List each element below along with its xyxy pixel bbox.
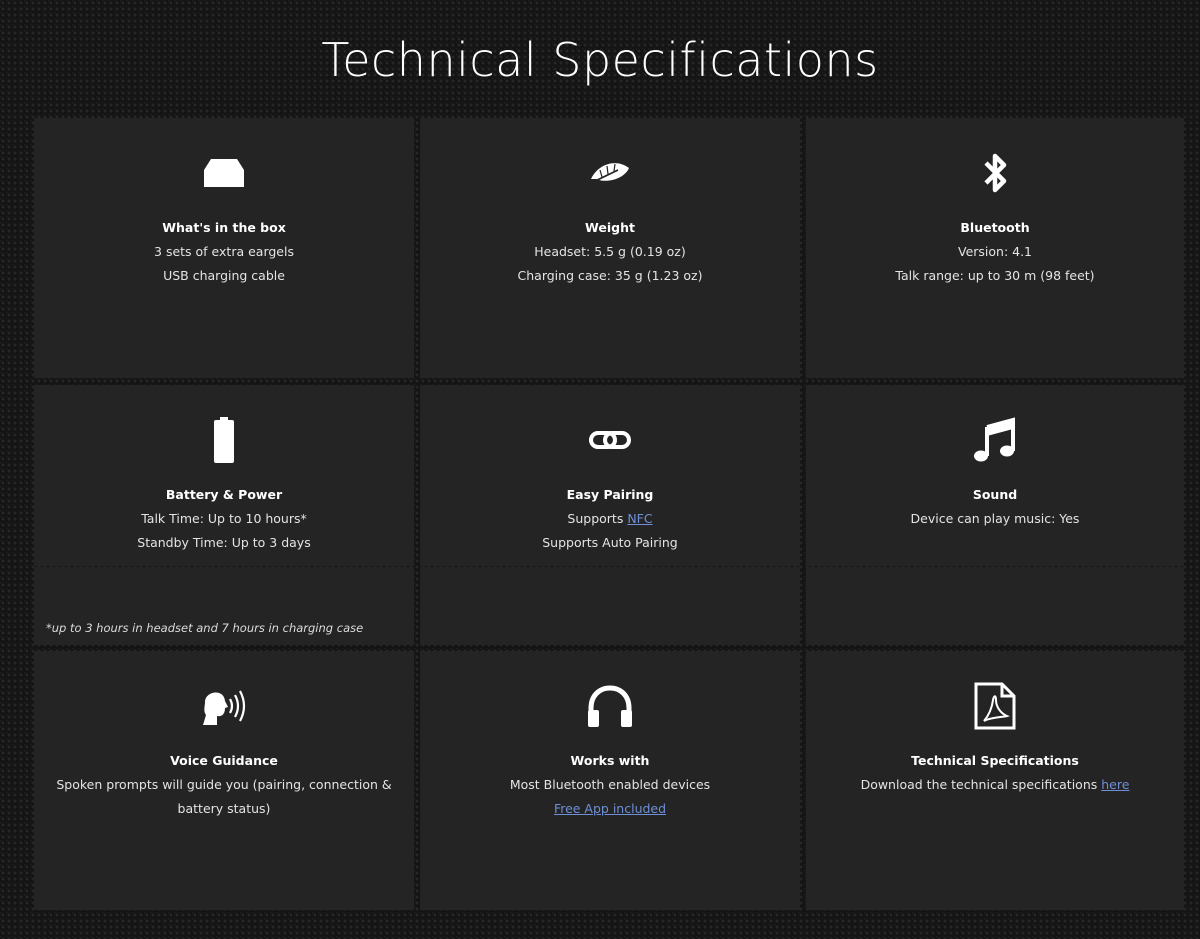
footnote-cell: *up to 3 hours in headset and 7 hours in… (34, 567, 414, 645)
card-line: battery status) (177, 801, 271, 816)
card-line: Version: 4.1 (957, 244, 1033, 259)
spec-card-bluetooth: Bluetooth Version: 4.1 Talk range: up to… (806, 118, 1184, 378)
battery-icon (34, 417, 414, 463)
link-icon (420, 417, 800, 463)
card-line-text: Download the technical specifications (860, 777, 1102, 792)
spec-card-box: What's in the box 3 sets of extra eargel… (34, 118, 414, 378)
card-line: USB charging cable (163, 268, 285, 283)
card-line: Download the technical specifications he… (826, 773, 1164, 797)
pdf-document-icon (806, 682, 1184, 730)
spec-card-pairing: Easy Pairing Supports NFC Supports Auto … (420, 385, 800, 566)
card-line: 3 sets of extra eargels (154, 244, 294, 259)
headphones-icon (420, 683, 800, 729)
card-title: Works with (570, 753, 650, 768)
spec-card-weight: Weight Headset: 5.5 g (0.19 oz) Charging… (420, 118, 800, 378)
card-line: Talk Time: Up to 10 hours* (141, 511, 307, 526)
card-title: Weight (585, 220, 635, 235)
card-line: Supports NFC (440, 507, 780, 531)
card-line-text: Supports (567, 511, 628, 526)
card-line: Talk range: up to 30 m (98 feet) (895, 268, 1095, 283)
card-line: Most Bluetooth enabled devices (509, 777, 711, 792)
spec-card-battery: Battery & Power Talk Time: Up to 10 hour… (34, 385, 414, 566)
spec-card-works-with: Works with Most Bluetooth enabled device… (420, 651, 800, 910)
spec-card-sound: Sound Device can play music: Yes (806, 385, 1184, 566)
card-title: Battery & Power (165, 487, 283, 502)
battery-footnote: *up to 3 hours in headset and 7 hours in… (46, 621, 364, 635)
card-title: Voice Guidance (170, 753, 278, 768)
spec-card-tech-specs: Technical Specifications Download the te… (806, 651, 1184, 910)
card-line: Headset: 5.5 g (0.19 oz) (534, 244, 686, 259)
card-title: Sound (972, 487, 1018, 502)
card-title: What's in the box (162, 220, 286, 235)
music-note-icon (806, 417, 1184, 463)
card-line: Spoken prompts will guide you (pairing, … (56, 777, 392, 792)
speaking-head-icon (34, 683, 414, 729)
card-line: Standby Time: Up to 3 days (137, 535, 311, 550)
box-icon (34, 150, 414, 196)
page-title: Technical Specifications (321, 33, 879, 87)
card-title: Bluetooth (960, 220, 1030, 235)
nfc-link[interactable]: NFC (627, 511, 652, 526)
card-line: Device can play music: Yes (910, 511, 1080, 526)
footnote-cell-empty (420, 567, 800, 645)
spec-card-voice: Voice Guidance Spoken prompts will guide… (34, 651, 414, 910)
card-line: Supports Auto Pairing (542, 535, 678, 550)
download-here-link[interactable]: here (1101, 777, 1129, 792)
card-title: Technical Specifications (911, 753, 1079, 768)
feather-icon (420, 150, 800, 196)
footnote-cell-empty (806, 567, 1184, 645)
free-app-link[interactable]: Free App included (554, 801, 666, 816)
bluetooth-icon (806, 150, 1184, 196)
card-line: Charging case: 35 g (1.23 oz) (517, 268, 703, 283)
card-title: Easy Pairing (566, 487, 654, 502)
card-line: Free App included (440, 797, 780, 821)
